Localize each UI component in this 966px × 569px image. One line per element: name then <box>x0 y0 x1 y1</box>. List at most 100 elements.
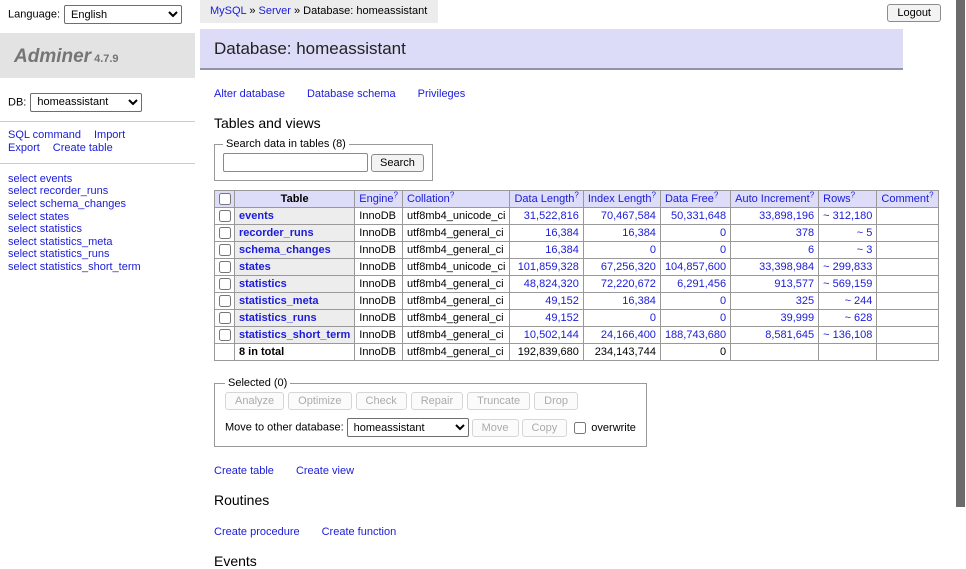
row-checkbox[interactable] <box>219 295 231 307</box>
sidebar-action-link[interactable]: Create table <box>53 142 113 154</box>
index-length-link[interactable]: 72,220,672 <box>601 278 656 290</box>
routine-link[interactable]: Create procedure <box>214 526 300 538</box>
data-free-link[interactable]: 0 <box>720 244 726 256</box>
language-select[interactable]: English <box>64 5 182 24</box>
auto-increment-link[interactable]: 33,898,196 <box>759 210 814 222</box>
auto-increment-link[interactable]: 325 <box>796 295 814 307</box>
sidebar-select-link[interactable]: select statistics_meta <box>8 236 195 249</box>
row-checkbox[interactable] <box>219 227 231 239</box>
rows-link[interactable]: ~ 244 <box>845 295 873 307</box>
table-name-link[interactable]: statistics_meta <box>239 295 319 307</box>
create-link[interactable]: Create view <box>296 465 354 477</box>
column-header-link[interactable]: Index Length? <box>588 193 656 205</box>
sidebar-select-link[interactable]: select statistics <box>8 223 195 236</box>
sidebar-select-link[interactable]: select states <box>8 211 195 224</box>
sidebar-select-link[interactable]: select events <box>8 173 195 186</box>
database-action-link[interactable]: Alter database <box>214 88 285 100</box>
sidebar-action-link[interactable]: Import <box>94 129 125 141</box>
rows-link[interactable]: ~ 5 <box>857 227 873 239</box>
column-header-link[interactable]: Auto Increment? <box>735 193 814 205</box>
sidebar-select-link[interactable]: select schema_changes <box>8 198 195 211</box>
analyze-button[interactable]: Analyze <box>225 392 284 410</box>
search-input[interactable] <box>223 153 368 172</box>
breadcrumb-link[interactable]: Server <box>259 5 291 17</box>
breadcrumb-link[interactable]: MySQL <box>210 5 246 17</box>
data-free-link[interactable]: 0 <box>720 312 726 324</box>
table-name-link[interactable]: statistics_runs <box>239 312 317 324</box>
move-button[interactable]: Move <box>472 419 519 437</box>
data-length-link[interactable]: 16,384 <box>545 244 579 256</box>
optimize-button[interactable]: Optimize <box>288 392 351 410</box>
row-checkbox[interactable] <box>219 210 231 222</box>
table-name-link[interactable]: schema_changes <box>239 244 331 256</box>
rows-link[interactable]: ~ 312,180 <box>823 210 872 222</box>
column-header-link[interactable]: Rows? <box>823 193 855 205</box>
auto-increment-link[interactable]: 8,581,645 <box>765 329 814 341</box>
sidebar-action-link[interactable]: SQL command <box>8 129 81 141</box>
data-length-link[interactable]: 16,384 <box>545 227 579 239</box>
data-length-link[interactable]: 10,502,144 <box>524 329 579 341</box>
overwrite-checkbox[interactable] <box>574 422 586 434</box>
routine-link[interactable]: Create function <box>322 526 397 538</box>
move-database-select[interactable]: homeassistant <box>347 418 469 437</box>
table-name-link[interactable]: events <box>239 210 274 222</box>
index-length-link[interactable]: 67,256,320 <box>601 261 656 273</box>
table-name-link[interactable]: statistics <box>239 278 287 290</box>
search-button[interactable]: Search <box>371 154 424 172</box>
auto-increment-link[interactable]: 378 <box>796 227 814 239</box>
rows-link[interactable]: ~ 628 <box>845 312 873 324</box>
data-free-link[interactable]: 0 <box>720 227 726 239</box>
column-header-link[interactable]: Comment? <box>881 193 933 205</box>
row-checkbox[interactable] <box>219 261 231 273</box>
repair-button[interactable]: Repair <box>411 392 463 410</box>
auto-increment-link[interactable]: 39,999 <box>781 312 815 324</box>
row-checkbox[interactable] <box>219 312 231 324</box>
index-length-link[interactable]: 24,166,400 <box>601 329 656 341</box>
scrollbar-thumb[interactable] <box>956 0 965 507</box>
data-free-link[interactable]: 0 <box>720 295 726 307</box>
column-header-link[interactable]: Data Free? <box>665 193 718 205</box>
logout-button[interactable]: Logout <box>887 4 941 22</box>
auto-increment-link[interactable]: 33,398,984 <box>759 261 814 273</box>
copy-button[interactable]: Copy <box>522 419 568 437</box>
truncate-button[interactable]: Truncate <box>467 392 530 410</box>
data-length-link[interactable]: 49,152 <box>545 312 579 324</box>
sidebar-select-link[interactable]: select statistics_short_term <box>8 261 195 274</box>
row-checkbox[interactable] <box>219 278 231 290</box>
check-button[interactable]: Check <box>356 392 407 410</box>
table-name-link[interactable]: states <box>239 261 271 273</box>
database-action-link[interactable]: Privileges <box>418 88 466 100</box>
row-checkbox[interactable] <box>219 329 231 341</box>
rows-link[interactable]: ~ 3 <box>857 244 873 256</box>
db-select[interactable]: homeassistant <box>30 93 142 112</box>
data-free-link[interactable]: 50,331,648 <box>671 210 726 222</box>
column-header-link[interactable]: Engine? <box>359 193 398 205</box>
index-length-link[interactable]: 0 <box>650 244 656 256</box>
column-header-link[interactable]: Data Length? <box>514 193 578 205</box>
index-length-link[interactable]: 0 <box>650 312 656 324</box>
index-length-link[interactable]: 16,384 <box>622 227 656 239</box>
data-free-link[interactable]: 104,857,600 <box>665 261 726 273</box>
rows-link[interactable]: ~ 136,108 <box>823 329 872 341</box>
sidebar-action-link[interactable]: Export <box>8 142 40 154</box>
column-header-link[interactable]: Collation? <box>407 193 454 205</box>
table-name-link[interactable]: recorder_runs <box>239 227 314 239</box>
auto-increment-link[interactable]: 6 <box>808 244 814 256</box>
rows-link[interactable]: ~ 299,833 <box>823 261 872 273</box>
database-action-link[interactable]: Database schema <box>307 88 396 100</box>
drop-button[interactable]: Drop <box>534 392 578 410</box>
rows-link[interactable]: ~ 569,159 <box>823 278 872 290</box>
data-free-link[interactable]: 188,743,680 <box>665 329 726 341</box>
auto-increment-link[interactable]: 913,577 <box>774 278 814 290</box>
data-free-link[interactable]: 6,291,456 <box>677 278 726 290</box>
row-checkbox[interactable] <box>219 244 231 256</box>
data-length-link[interactable]: 101,859,328 <box>518 261 579 273</box>
create-link[interactable]: Create table <box>214 465 274 477</box>
index-length-link[interactable]: 16,384 <box>622 295 656 307</box>
sidebar-select-link[interactable]: select statistics_runs <box>8 248 195 261</box>
sidebar-select-link[interactable]: select recorder_runs <box>8 185 195 198</box>
select-all-checkbox[interactable] <box>219 193 231 205</box>
data-length-link[interactable]: 49,152 <box>545 295 579 307</box>
data-length-link[interactable]: 31,522,816 <box>524 210 579 222</box>
data-length-link[interactable]: 48,824,320 <box>524 278 579 290</box>
